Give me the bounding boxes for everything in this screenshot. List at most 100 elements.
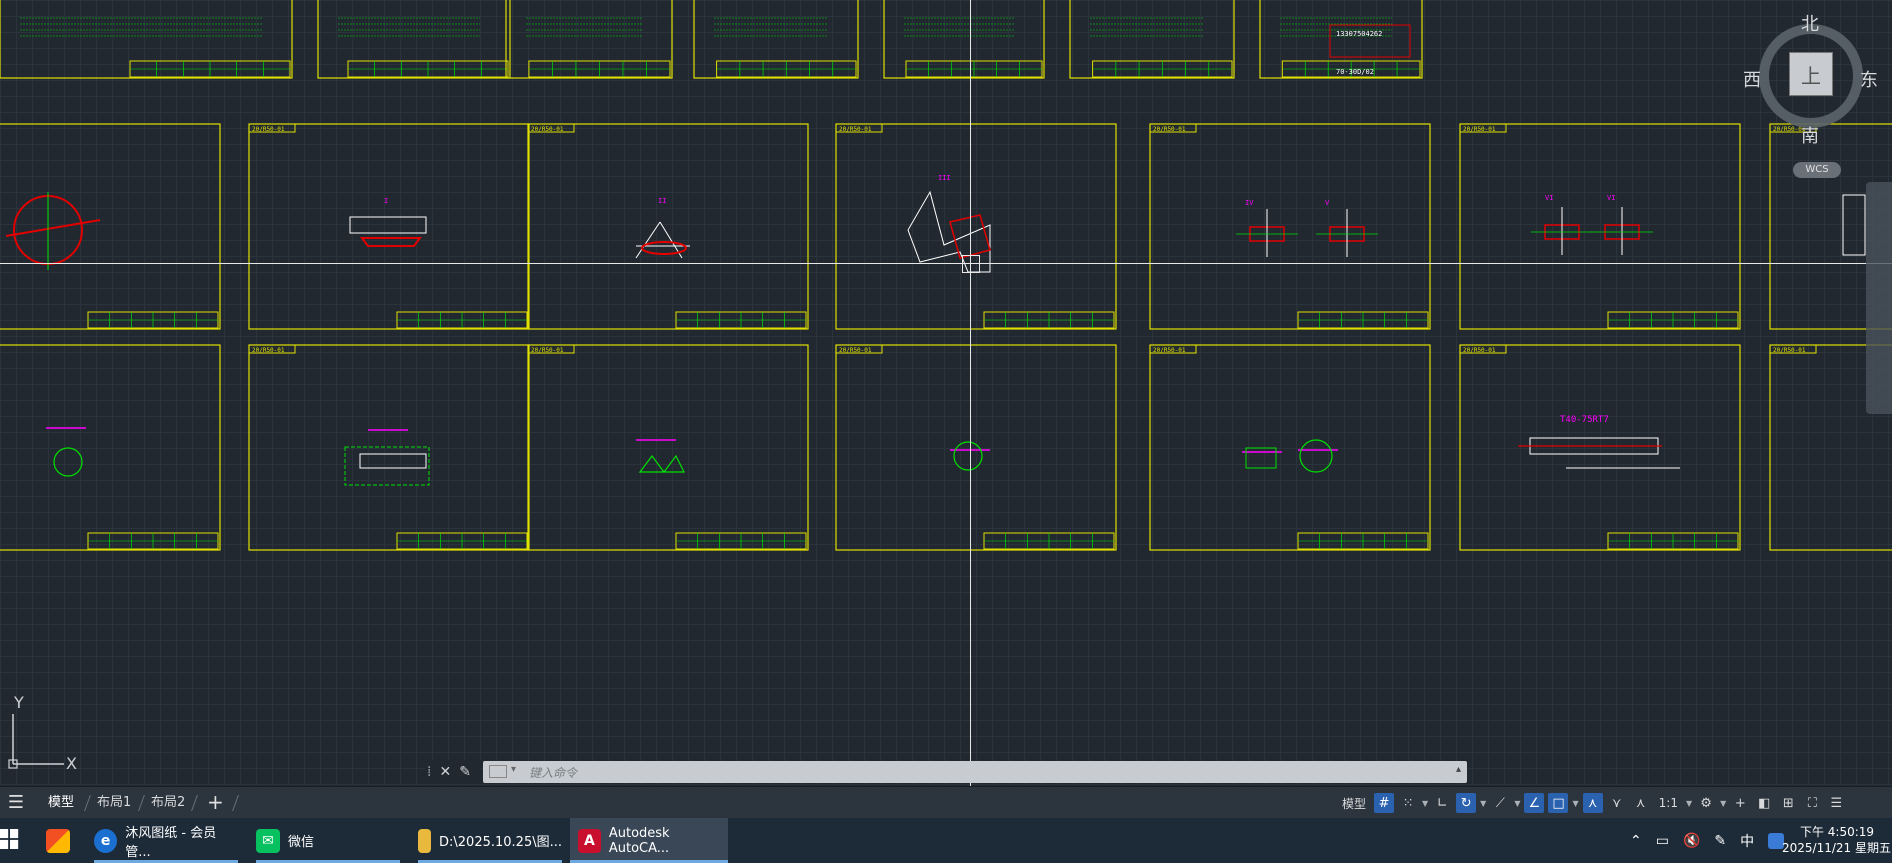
clock-date: 2025/11/21 星期五 [1782, 841, 1891, 855]
volume-muted-icon[interactable]: 🔇 [1683, 833, 1700, 849]
drawing-sheet [0, 123, 221, 330]
drawing-sheet-top [1069, 0, 1235, 79]
sheet-tag: 20/R50-01 [1153, 126, 1186, 133]
object-snap-icon[interactable]: □ [1548, 793, 1569, 813]
chevron-down-icon[interactable]: ▼ [1480, 799, 1486, 808]
sheet-tag: 20/R50-01 [839, 126, 872, 133]
taskbar: e 沐风图纸 - 会员管... ✉ 微信 D:\2025.10.25\图... … [0, 818, 1892, 863]
fullscreen-icon[interactable]: ⛶ [1802, 793, 1822, 813]
tab-layout1[interactable]: 布局1 [89, 791, 139, 815]
grip-handle-icon[interactable]: ⁞ [427, 764, 431, 780]
annotation-visibility-icon[interactable]: ⋏ [1582, 793, 1603, 813]
gear-icon[interactable]: ⚙ [1696, 793, 1716, 813]
taskbar-app-launcher[interactable] [46, 818, 76, 863]
drawing-sheet [1149, 123, 1431, 330]
model-space-toggle[interactable]: 模型 [1338, 795, 1370, 812]
annotation-scale-icon[interactable]: ⋏ [1631, 793, 1651, 813]
flange-plate [359, 453, 427, 469]
drawing-sheet [527, 123, 809, 330]
chevron-down-icon[interactable]: ▼ [1572, 799, 1578, 808]
command-placeholder: 键入命令 [529, 766, 578, 780]
viewcube[interactable]: 上 北 南 东 西 [1743, 10, 1885, 160]
sheet-tag: 20/R50-01 [252, 347, 285, 354]
hamburger-menu-icon[interactable]: ☰ [6, 793, 26, 813]
drawing-sheet [527, 344, 809, 551]
command-line-grip[interactable]: ⁞ ✕ ✎ [425, 760, 481, 784]
wechat-icon: ✉ [256, 828, 280, 853]
auto-scale-icon[interactable]: ⋎ [1607, 793, 1627, 813]
detail-label: VI [1545, 194, 1553, 202]
ortho-icon[interactable]: ∟ [1432, 793, 1452, 813]
detail-label: V [1325, 199, 1330, 207]
hardware-acceleration-icon[interactable]: ⊞ [1778, 793, 1798, 813]
tab-layout2[interactable]: 布局2 [143, 791, 193, 815]
chevron-up-icon[interactable]: ⌃ [1630, 833, 1642, 849]
detail-label: III [938, 174, 951, 182]
compass-north[interactable]: 北 [1801, 10, 1819, 36]
command-line[interactable]: ⁞ ✕ ✎ ▾ 键入命令 ▴ [425, 760, 1467, 784]
chevron-down-icon[interactable]: ▼ [1514, 799, 1520, 808]
plus-icon[interactable]: + [1730, 793, 1750, 813]
system-tray: ⌃ ▭ 🔇 ✎ 中 [1630, 818, 1785, 863]
customize-menu-icon[interactable]: ☰ [1826, 793, 1846, 813]
compass-west[interactable]: 西 [1743, 66, 1761, 92]
crosshair-vertical [970, 0, 971, 786]
autocad-icon: A [578, 828, 601, 853]
sheet-tag: 20/R50-01 [531, 347, 564, 354]
detail-label: II [658, 197, 666, 205]
sheet-tag: 20/R50-01 [1153, 347, 1186, 354]
chevron-up-icon[interactable]: ▴ [1456, 764, 1461, 775]
wcs-menu[interactable]: WCS [1793, 162, 1841, 178]
windows-start-icon[interactable] [0, 828, 20, 850]
clock[interactable]: 下午 4:50:19 2025/11/21 星期五 [1782, 824, 1892, 856]
drawing-sheet [0, 344, 221, 551]
chevron-down-icon[interactable]: ▼ [1422, 799, 1428, 808]
network-icon[interactable]: ▭ [1656, 833, 1669, 849]
drawing-svg[interactable]: 13307504262 70-30D/02 20/R50-01 20/R50-01 20… [0, 0, 1892, 786]
drawing-canvas[interactable]: 13307504262 70-30D/02 20/R50-01 20/R50-01 20… [0, 0, 1892, 786]
drawing-sheet [1149, 344, 1431, 551]
taskbar-item-browser[interactable]: e 沐风图纸 - 会员管... [94, 818, 238, 863]
object-snap-tracking-icon[interactable]: ∠ [1524, 793, 1545, 813]
close-icon[interactable]: ✕ [439, 764, 451, 780]
tab-model[interactable]: 模型 [40, 791, 82, 815]
detail-label: I [384, 197, 388, 205]
drawing-sheet [1459, 344, 1741, 551]
flange-dim-box [344, 446, 430, 486]
chevron-down-icon[interactable]: ▾ [511, 764, 516, 775]
polar-tracking-icon[interactable]: ↻ [1456, 793, 1477, 813]
compass-south[interactable]: 南 [1801, 122, 1819, 148]
taskbar-item-autocad[interactable]: A Autodesk AutoCA... [570, 818, 728, 863]
compass-east[interactable]: 东 [1860, 66, 1878, 92]
pen-icon[interactable]: ✎ [1714, 833, 1726, 849]
isodraft-icon[interactable]: ⟋ [1490, 793, 1510, 813]
isolate-objects-icon[interactable]: ◧ [1754, 793, 1774, 813]
plate-section [349, 216, 427, 234]
ucs-y-label: Y [13, 693, 24, 712]
office-icon [46, 828, 70, 853]
annotation-scale-value[interactable]: 1:1 [1655, 796, 1682, 810]
drawing-sheet [248, 123, 530, 330]
crosshair-horizontal [0, 263, 1892, 264]
sheet-tag: 20/R50-01 [1463, 126, 1496, 133]
viewcube-top-face[interactable]: 上 [1789, 52, 1833, 96]
drawing-sheet-top [883, 0, 1045, 79]
taskbar-item-explorer[interactable]: D:\2025.10.25\图... [418, 818, 562, 863]
grid-icon[interactable]: # [1374, 793, 1395, 813]
navigation-bar[interactable] [1866, 182, 1892, 414]
edge-icon: e [94, 828, 118, 853]
chevron-down-icon[interactable]: ▼ [1720, 799, 1726, 808]
partial-detail [1842, 194, 1866, 256]
command-history-icon[interactable] [489, 765, 507, 778]
taskbar-item-label: 微信 [288, 835, 315, 850]
wrench-icon[interactable]: ✎ [459, 764, 471, 780]
chevron-down-icon[interactable]: ▼ [1686, 799, 1692, 808]
add-layout-icon[interactable]: + [207, 791, 224, 813]
command-input[interactable]: ▾ 键入命令 ▴ [483, 761, 1467, 783]
ime-language[interactable]: 中 [1740, 831, 1754, 851]
drawing-sheet-top [0, 0, 293, 79]
support-ring [641, 241, 687, 255]
snap-icon[interactable]: ⁙ [1398, 793, 1418, 813]
taskbar-item-wechat[interactable]: ✉ 微信 [256, 818, 400, 863]
sheet-tag: 20/R50-01 [252, 126, 285, 133]
